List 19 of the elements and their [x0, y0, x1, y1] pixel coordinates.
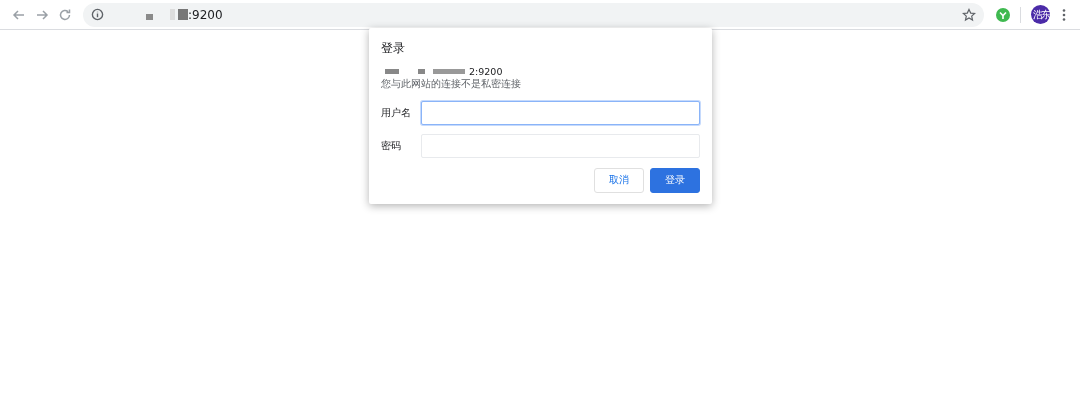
extension-icon[interactable]	[996, 7, 1010, 22]
cancel-button[interactable]: 取消	[594, 168, 644, 193]
host-text: 2:9200	[469, 66, 503, 77]
profile-avatar[interactable]: 浩东	[1031, 5, 1050, 24]
reload-icon[interactable]	[58, 7, 72, 22]
login-button[interactable]: 登录	[650, 168, 700, 193]
warning-text: 您与此网站的连接不是私密连接	[381, 78, 522, 91]
dialog-title: 登录	[381, 40, 406, 57]
star-icon[interactable]	[962, 7, 976, 22]
field-label: 密码	[381, 139, 402, 153]
info-icon[interactable]	[91, 8, 104, 21]
back-icon[interactable]	[12, 7, 26, 22]
url-text: :9200	[188, 7, 223, 22]
input-field[interactable]	[421, 101, 700, 125]
forward-icon[interactable]	[35, 7, 49, 22]
field-label: 用户名	[381, 106, 412, 120]
address-bar[interactable]: :9200	[83, 2, 984, 27]
redaction-drawing	[146, 9, 188, 20]
menu-icon[interactable]	[1062, 7, 1066, 22]
